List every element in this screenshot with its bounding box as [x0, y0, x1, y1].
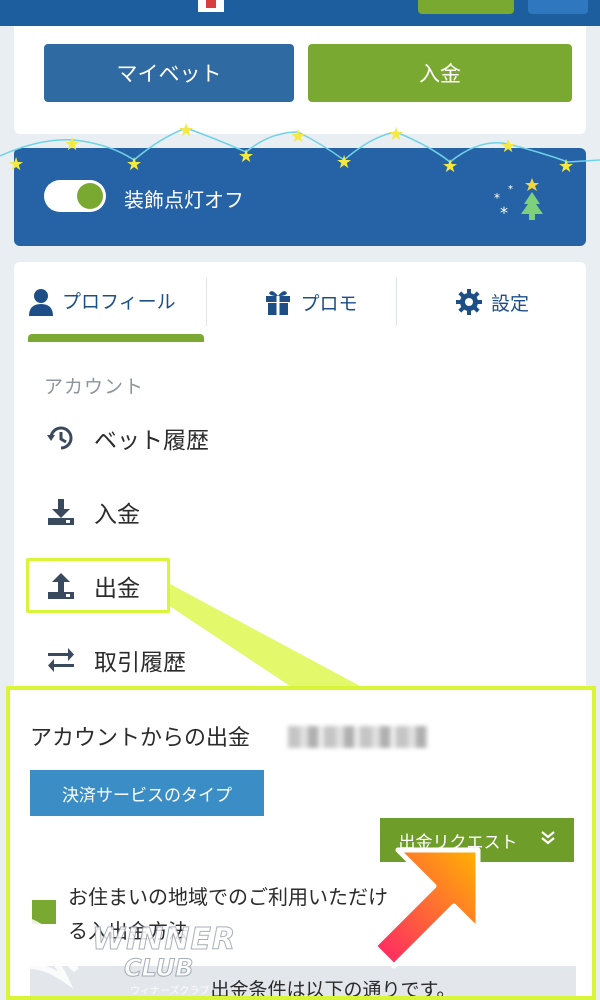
withdraw-highlight-box: [26, 558, 170, 613]
language-flag-icon[interactable]: [198, 0, 224, 12]
gear-icon: [455, 288, 483, 316]
menu-item-transaction-history[interactable]: 取引履歴: [42, 638, 186, 682]
my-bet-button[interactable]: マイベット: [44, 44, 294, 102]
top-navbar: [0, 0, 600, 26]
account-menu: アカウント ベット履歴 入金 出金 取引履歴: [14, 342, 586, 692]
svg-text:*: *: [500, 203, 508, 222]
history-icon: [42, 423, 80, 453]
withdraw-panel-title: アカウントからの出金: [30, 726, 251, 751]
decoration-label: 装飾点灯オフ: [124, 188, 244, 212]
download-icon: [42, 497, 80, 527]
wing-logo-icon: [26, 917, 79, 989]
tab-promo[interactable]: プロモ: [226, 262, 396, 342]
top-menu-button[interactable]: [528, 0, 588, 14]
decoration-toggle[interactable]: [44, 180, 106, 212]
tab-profile-label: プロフィール: [62, 291, 176, 313]
gift-icon: [264, 288, 292, 316]
decoration-banner: 装飾点灯オフ * * *: [14, 148, 586, 246]
winner-club-watermark: ONLINE CASINO WINNER CLUB ウィナーズクラブ: [26, 902, 246, 1000]
menu-heading: アカウント: [44, 376, 145, 398]
tab-divider: [396, 278, 397, 326]
menu-item-label: 取引履歴: [94, 650, 186, 676]
active-tab-indicator: [28, 334, 204, 342]
tab-profile[interactable]: プロフィール: [28, 262, 206, 342]
withdraw-request-button[interactable]: 出金リクエスト: [380, 818, 574, 862]
user-icon: [28, 288, 54, 316]
christmas-tree-icon: * * *: [494, 178, 543, 222]
profile-tabs: プロフィール プロモ 設定: [14, 262, 586, 342]
deposit-button[interactable]: 入金: [308, 44, 572, 102]
watermark-main: WINNER: [91, 922, 237, 958]
tab-divider: [206, 278, 207, 326]
withdraw-request-label: 出金リクエスト: [398, 832, 518, 853]
watermark-top: ONLINE CASINO: [74, 908, 198, 921]
tab-promo-label: プロモ: [300, 292, 358, 315]
double-chevron-down-icon: [540, 830, 556, 851]
watermark-sub: ウィナーズクラブ: [130, 986, 210, 997]
menu-item-deposit[interactable]: 入金: [42, 490, 140, 534]
menu-item-label: 入金: [94, 502, 140, 528]
menu-item-label: ベット履歴: [94, 428, 209, 454]
svg-text:*: *: [508, 184, 513, 195]
menu-item-bet-history[interactable]: ベット履歴: [42, 416, 209, 460]
tab-settings-label: 設定: [490, 292, 529, 315]
toggle-knob: [77, 183, 103, 209]
top-register-button[interactable]: [418, 0, 514, 14]
blurred-account-id: [288, 726, 428, 748]
watermark-club: CLUB: [123, 954, 194, 983]
tab-settings[interactable]: 設定: [398, 262, 586, 342]
payment-type-button[interactable]: 決済サービスのタイプ: [30, 770, 264, 816]
account-actions-card: マイベット 入金: [14, 26, 586, 134]
swap-icon: [42, 645, 80, 675]
